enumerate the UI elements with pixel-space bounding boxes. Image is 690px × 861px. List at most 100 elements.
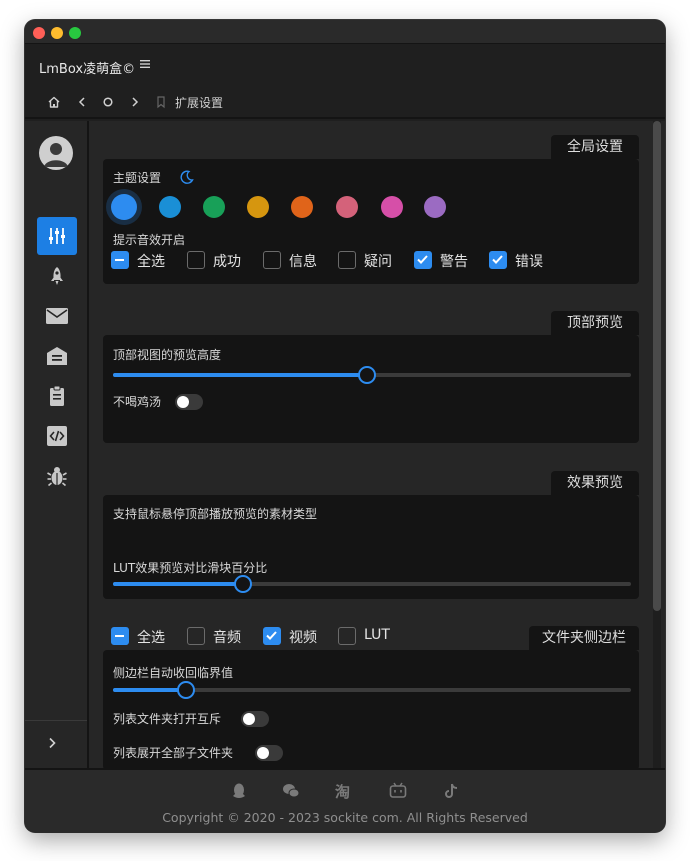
sidebar <box>25 121 89 768</box>
toggle-knob <box>243 713 255 725</box>
checkbox-label[interactable]: 疑问 <box>364 251 392 271</box>
copyright-text: Copyright © 2020 - 2023 sockite com. All… <box>162 810 528 825</box>
folder-mutex-toggle[interactable] <box>241 711 269 727</box>
theme-color-swatch[interactable] <box>336 196 358 218</box>
checkbox-3[interactable] <box>263 627 281 645</box>
taobao-icon[interactable]: 淘 <box>335 781 350 802</box>
expand-sidebar-icon[interactable] <box>45 736 59 750</box>
footer: 淘 Copyright © 2020 - 2023 sockite com. A… <box>25 768 665 832</box>
checkbox-label[interactable]: 全选 <box>137 627 165 647</box>
section-title-top-preview: 顶部预览 <box>551 311 639 335</box>
theme-color-swatch[interactable] <box>111 194 137 220</box>
preview-height-label: 顶部视图的预览高度 <box>113 348 222 362</box>
theme-color-swatch[interactable] <box>291 196 313 218</box>
window-titlebar <box>25 20 665 44</box>
collapse-threshold-label: 侧边栏自动收回临界值 <box>113 666 234 680</box>
slider-handle[interactable] <box>177 681 195 699</box>
breadcrumb-current: 扩展设置 <box>175 96 224 110</box>
checkbox-6[interactable] <box>489 251 507 269</box>
menu-icon[interactable] <box>139 58 151 70</box>
theme-color-swatch[interactable] <box>203 196 225 218</box>
code-icon <box>47 426 67 446</box>
avatar[interactable] <box>39 136 73 170</box>
global-settings-card: 主题设置 提示音效开启 全选 成功 信息 疑问 警告 错误 <box>103 159 639 284</box>
checkbox-label[interactable]: 全选 <box>137 251 165 271</box>
tiktok-icon[interactable] <box>443 782 461 800</box>
checkbox-2[interactable] <box>187 627 205 645</box>
sidebar-item-clipboard[interactable] <box>37 377 77 415</box>
sidebar-item-extension-settings[interactable] <box>37 217 77 255</box>
bilibili-icon[interactable] <box>389 782 407 800</box>
app-name: LmBox凌萌盒© <box>39 62 136 77</box>
slider-handle[interactable] <box>358 366 376 384</box>
checkbox-1[interactable] <box>111 627 129 645</box>
sidebar-item-mail[interactable] <box>37 297 77 335</box>
slider-fill <box>113 582 243 586</box>
checkbox-label[interactable]: 视频 <box>289 627 317 647</box>
sidebar-item-code[interactable] <box>37 417 77 455</box>
lut-percent-slider[interactable] <box>113 575 631 593</box>
bookmark-icon[interactable] <box>154 95 168 109</box>
checkbox-4[interactable] <box>338 627 356 645</box>
expand-all-toggle[interactable] <box>255 745 283 761</box>
slider-fill <box>113 688 186 692</box>
slider-handle[interactable] <box>234 575 252 593</box>
checkbox-label[interactable]: 信息 <box>289 251 317 271</box>
navigation-bar: 扩展设置 <box>25 85 665 119</box>
checkbox-5[interactable] <box>414 251 432 269</box>
checkbox-label[interactable]: 警告 <box>440 251 468 271</box>
collapse-threshold-slider[interactable] <box>113 681 631 699</box>
theme-label: 主题设置 <box>113 171 162 185</box>
toggle-knob <box>177 396 189 408</box>
theme-color-swatch[interactable] <box>159 196 181 218</box>
checkbox-3[interactable] <box>263 251 281 269</box>
scrollbar-thumb[interactable] <box>653 121 661 611</box>
sidebar-item-launch[interactable] <box>37 257 77 295</box>
forward-icon[interactable] <box>128 95 142 109</box>
checkbox-1[interactable] <box>111 251 129 269</box>
mail-icon <box>46 308 68 324</box>
section-title-folder-sidebar: 文件夹侧边栏 <box>529 626 639 650</box>
sidebar-item-debug[interactable] <box>37 457 77 495</box>
sidebar-divider <box>25 720 87 721</box>
refresh-icon[interactable] <box>101 95 115 109</box>
checkbox-label[interactable]: 音频 <box>213 627 241 647</box>
user-icon <box>44 143 68 167</box>
section-title-effect-preview: 效果预览 <box>551 471 639 495</box>
minimize-window-button[interactable] <box>51 27 63 39</box>
bug-icon <box>47 467 67 487</box>
effect-preview-card: 支持鼠标悬停顶部播放预览的素材类型 全选 音频 视频 LUT LUT效果预览对比滑块百… <box>103 495 639 646</box>
sidebar-item-warehouse[interactable] <box>37 337 77 375</box>
zoom-window-button[interactable] <box>69 27 81 39</box>
qq-icon[interactable] <box>230 782 248 800</box>
media-types-label: 支持鼠标悬停顶部播放预览的素材类型 <box>113 507 318 521</box>
no-soup-label: 不喝鸡汤 <box>113 395 162 409</box>
back-icon[interactable] <box>75 95 89 109</box>
checkbox-label[interactable]: 成功 <box>213 251 241 271</box>
moon-icon[interactable] <box>179 169 195 185</box>
minus-icon <box>115 634 124 637</box>
checkbox-label[interactable]: LUT <box>364 627 390 643</box>
app-window: LmBox凌萌盒© 扩展设置 全局设置 主题设置 提示音效开启 全选 成功 信息… <box>25 20 665 832</box>
sliders-icon <box>49 228 65 244</box>
check-icon <box>492 255 503 264</box>
home-icon[interactable] <box>47 95 61 109</box>
theme-color-swatch[interactable] <box>424 196 446 218</box>
rocket-icon <box>51 267 63 285</box>
checkbox-4[interactable] <box>338 251 356 269</box>
slider-fill <box>113 373 367 377</box>
top-preview-card: 顶部视图的预览高度 不喝鸡汤 <box>103 335 639 443</box>
theme-color-swatch[interactable] <box>381 196 403 218</box>
no-soup-toggle[interactable] <box>175 394 203 410</box>
folder-mutex-label: 列表文件夹打开互斥 <box>113 712 222 726</box>
close-window-button[interactable] <box>33 27 45 39</box>
minus-icon <box>115 258 124 261</box>
theme-color-swatch[interactable] <box>247 196 269 218</box>
checkbox-2[interactable] <box>187 251 205 269</box>
checkbox-label[interactable]: 错误 <box>515 251 543 271</box>
warehouse-icon <box>47 347 67 365</box>
sound-label: 提示音效开启 <box>113 233 186 247</box>
folder-sidebar-card: 侧边栏自动收回临界值 列表文件夹打开互斥 列表展开全部子文件夹 <box>103 650 639 770</box>
preview-height-slider[interactable] <box>113 366 631 384</box>
wechat-icon[interactable] <box>282 782 300 800</box>
